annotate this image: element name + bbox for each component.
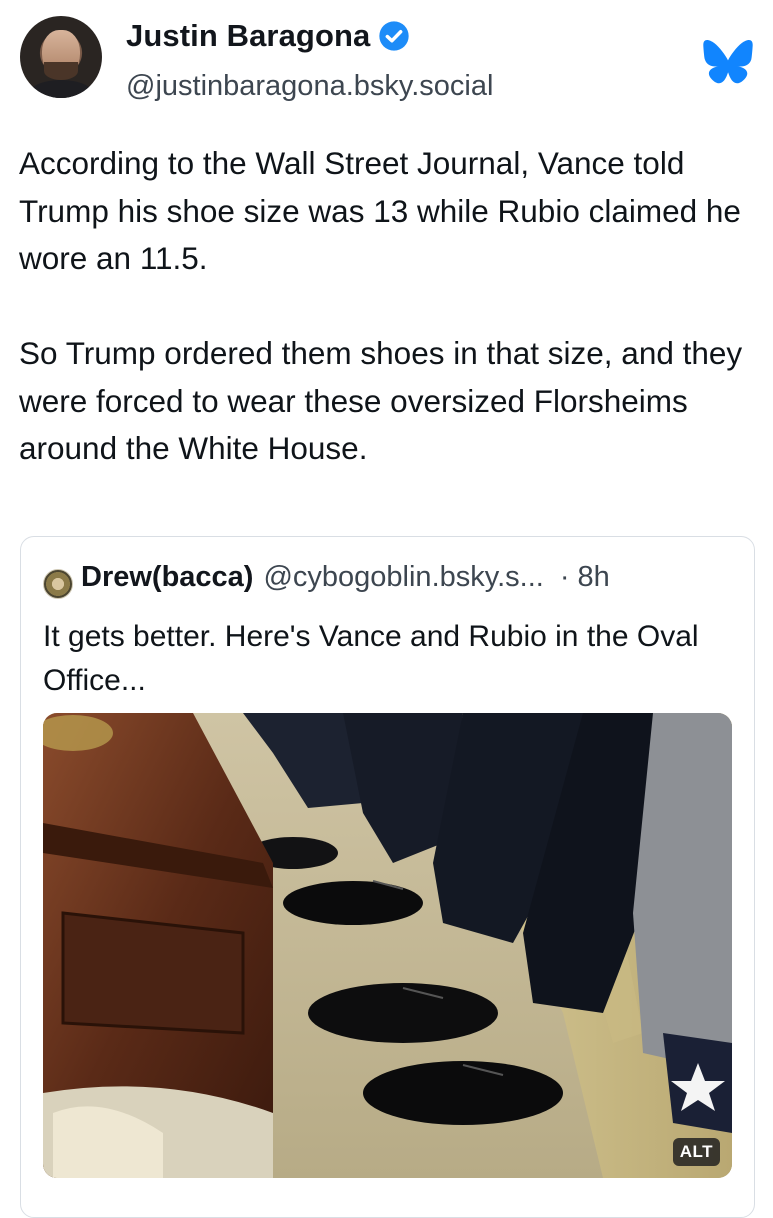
bluesky-butterfly-icon[interactable]	[703, 40, 753, 84]
avatar-shirt	[28, 80, 94, 98]
quoted-post-text: It gets better. Here's Vance and Rubio i…	[43, 620, 699, 697]
post-card[interactable]: Justin Baragona @justinbaragona.bsky.soc…	[0, 0, 773, 1218]
author-name-row: Justin Baragona	[126, 18, 410, 54]
alt-text-badge[interactable]: ALT	[672, 1138, 720, 1166]
author-handle[interactable]: @justinbaragona.bsky.social	[126, 70, 493, 103]
post-body-text: According to the Wall Street Journal, Va…	[19, 145, 743, 466]
avatar-beard	[44, 62, 78, 80]
oval-office-photo	[43, 713, 732, 1178]
author-avatar[interactable]	[20, 16, 102, 98]
quoted-author-handle[interactable]: @cybogoblin.bsky.s...	[263, 561, 543, 594]
quoted-author-avatar[interactable]	[43, 569, 73, 599]
author-name[interactable]: Justin Baragona	[126, 18, 370, 54]
quoted-post[interactable]: Drew(bacca) @cybogoblin.bsky.s... · 8h I…	[20, 536, 755, 1218]
verified-badge-icon	[379, 21, 410, 51]
quoted-post-header: Drew(bacca) @cybogoblin.bsky.s... · 8h	[81, 561, 610, 594]
quoted-author-name[interactable]: Drew(bacca)	[81, 561, 253, 594]
quoted-post-image[interactable]: ALT	[43, 713, 732, 1178]
quoted-post-time: · 8h	[559, 561, 610, 593]
